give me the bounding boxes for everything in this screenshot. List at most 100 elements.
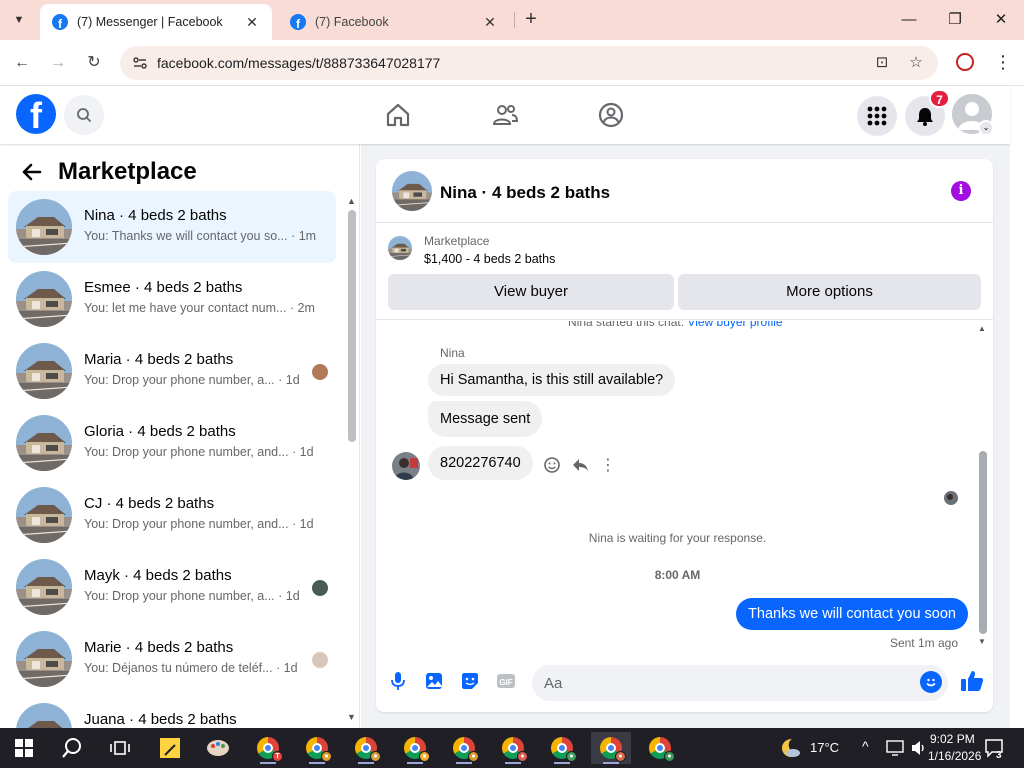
info-icon[interactable]: i bbox=[951, 181, 971, 201]
incoming-message[interactable]: 8202276740 bbox=[428, 446, 533, 480]
close-tab-icon[interactable]: ✕ bbox=[244, 14, 260, 31]
photo-icon[interactable] bbox=[422, 669, 446, 693]
search-button[interactable] bbox=[64, 95, 104, 135]
listing-thumbnail[interactable] bbox=[388, 236, 412, 260]
chrome-profile-6[interactable]: ● bbox=[493, 732, 533, 764]
conversation-title[interactable]: Nina · 4 beds 2 baths bbox=[440, 183, 610, 203]
chat-item-nina[interactable]: Nina · 4 beds 2 baths You: Thanks we wil… bbox=[8, 191, 336, 263]
site-settings-icon[interactable] bbox=[132, 55, 148, 71]
chat-item-marie[interactable]: Marie · 4 beds 2 baths You: Déjanos tu n… bbox=[8, 623, 336, 695]
menu-grid-button[interactable] bbox=[857, 96, 897, 136]
browser-menu-icon[interactable]: ⋮ bbox=[994, 50, 1012, 74]
task-view-button[interactable] bbox=[100, 732, 140, 764]
reload-icon[interactable]: ↻ bbox=[82, 51, 106, 75]
close-window-icon[interactable]: ✕ bbox=[986, 8, 1016, 32]
page-scrollbar[interactable] bbox=[1010, 86, 1024, 728]
reply-icon[interactable] bbox=[568, 453, 592, 477]
conversation-panel: Nina · 4 beds 2 baths i Marketplace $1,4… bbox=[376, 159, 993, 712]
chrome-profile-9[interactable]: ● bbox=[640, 732, 680, 764]
scroll-up-arrow[interactable]: ▲ bbox=[347, 196, 356, 206]
chrome-profile-active[interactable]: ● bbox=[591, 732, 631, 764]
more-actions-icon[interactable]: ⋮ bbox=[596, 453, 620, 477]
chat-item-esmee[interactable]: Esmee · 4 beds 2 baths You: let me have … bbox=[8, 263, 336, 335]
account-chevron-icon[interactable]: ⌄ bbox=[978, 120, 994, 136]
message-scrollbar[interactable] bbox=[979, 451, 987, 634]
react-smiley-icon[interactable] bbox=[540, 453, 564, 477]
tab-messenger[interactable]: f (7) Messenger | Facebook ✕ bbox=[40, 4, 272, 40]
emoji-icon[interactable] bbox=[920, 671, 942, 693]
chrome-profile-3[interactable]: ● bbox=[346, 732, 386, 764]
gif-icon[interactable]: GIF bbox=[494, 669, 518, 693]
chat-item-gloria[interactable]: Gloria · 4 beds 2 baths You: Drop your p… bbox=[8, 407, 336, 479]
scroll-up-arrow[interactable]: ▲ bbox=[978, 324, 986, 333]
paint-app[interactable] bbox=[198, 732, 238, 764]
scroll-down-arrow[interactable]: ▼ bbox=[347, 712, 356, 722]
back-icon[interactable]: ← bbox=[10, 51, 34, 75]
volume-icon[interactable] bbox=[910, 740, 928, 756]
seen-avatar bbox=[312, 364, 328, 380]
chrome-profile-7[interactable]: ● bbox=[542, 732, 582, 764]
new-tab-icon[interactable]: + bbox=[520, 8, 542, 30]
notification-badge: 7 bbox=[929, 89, 950, 108]
address-bar[interactable]: facebook.com/messages/t/888733647028177 … bbox=[120, 46, 938, 80]
conversation-header: Nina · 4 beds 2 baths i bbox=[376, 159, 993, 223]
weather-temp[interactable]: 17°C bbox=[810, 740, 839, 755]
listing-price[interactable]: $1,400 - 4 beds 2 baths bbox=[424, 252, 555, 266]
conversation-thumbnail[interactable] bbox=[392, 171, 432, 211]
chat-name: Maria · 4 beds 2 baths bbox=[84, 351, 234, 368]
clock-date[interactable]: 1/16/2026 bbox=[928, 749, 981, 763]
sender-avatar[interactable] bbox=[392, 452, 420, 480]
back-arrow-icon[interactable] bbox=[18, 158, 46, 186]
profile-icon[interactable] bbox=[956, 53, 974, 71]
network-icon[interactable] bbox=[886, 740, 904, 756]
restore-icon[interactable]: ❐ bbox=[940, 8, 970, 32]
sticker-icon[interactable] bbox=[458, 669, 482, 693]
clock-time[interactable]: 9:02 PM bbox=[930, 732, 975, 746]
chat-name: Mayk · 4 beds 2 baths bbox=[84, 567, 232, 584]
facebook-logo-icon[interactable]: f bbox=[16, 94, 56, 134]
chat-list-scrollbar[interactable] bbox=[348, 210, 356, 442]
chat-item-juana[interactable]: Juana · 4 beds 2 baths bbox=[8, 695, 336, 728]
outgoing-message[interactable]: Thanks we will contact you soon bbox=[736, 598, 968, 630]
weather-moon-icon[interactable] bbox=[778, 736, 802, 760]
chrome-profile-2[interactable]: ● bbox=[297, 732, 337, 764]
incoming-message[interactable]: Hi Samantha, is this still available? bbox=[428, 364, 676, 396]
tab-title: (7) Facebook bbox=[315, 15, 389, 29]
chrome-profile-4[interactable]: ● bbox=[395, 732, 435, 764]
chat-item-mayk[interactable]: Mayk · 4 beds 2 baths You: Drop your pho… bbox=[8, 551, 336, 623]
chrome-icon: ● bbox=[502, 737, 528, 762]
sticky-notes-app[interactable] bbox=[150, 732, 190, 764]
bookmark-star-icon[interactable]: ☆ bbox=[906, 53, 926, 73]
minimize-icon[interactable]: — bbox=[894, 8, 924, 32]
more-options-button[interactable]: More options bbox=[678, 274, 981, 310]
tab-search-chevron-icon[interactable]: ▼ bbox=[6, 8, 32, 32]
chat-name: CJ · 4 beds 2 baths bbox=[84, 495, 215, 512]
view-buyer-profile-link[interactable]: View buyer profile bbox=[687, 321, 782, 329]
chat-item-maria[interactable]: Maria · 4 beds 2 baths You: Drop your ph… bbox=[8, 335, 336, 407]
message-input[interactable] bbox=[532, 665, 948, 701]
home-icon[interactable] bbox=[384, 101, 412, 129]
friends-icon[interactable] bbox=[491, 101, 519, 129]
scroll-down-arrow[interactable]: ▼ bbox=[978, 637, 986, 646]
tab-facebook[interactable]: f (7) Facebook ✕ bbox=[278, 4, 510, 40]
tray-chevron-icon[interactable]: ^ bbox=[862, 738, 869, 754]
chat-item-cj[interactable]: CJ · 4 beds 2 baths You: Drop your phone… bbox=[8, 479, 336, 551]
view-buyer-button[interactable]: View buyer bbox=[388, 274, 674, 310]
microphone-icon[interactable] bbox=[386, 669, 410, 693]
chrome-profile-1[interactable]: T bbox=[248, 732, 288, 764]
chat-name: Juana · 4 beds 2 baths bbox=[84, 711, 237, 728]
incoming-message[interactable]: Message sent bbox=[428, 401, 543, 437]
close-tab-icon[interactable]: ✕ bbox=[482, 14, 498, 31]
start-button[interactable] bbox=[4, 732, 44, 764]
install-app-icon[interactable]: ⊡ bbox=[872, 53, 892, 73]
paint-palette-icon bbox=[207, 740, 229, 756]
listing-thumbnail bbox=[16, 703, 72, 728]
chat-preview: You: let me have your contact num... · 2… bbox=[84, 301, 315, 315]
groups-icon[interactable] bbox=[597, 101, 625, 129]
sender-name: Nina bbox=[440, 346, 465, 360]
chrome-profile-5[interactable]: ● bbox=[444, 732, 484, 764]
search-taskbar-button[interactable] bbox=[52, 732, 92, 764]
chrome-icon: ● bbox=[306, 737, 332, 762]
thumbs-up-icon[interactable] bbox=[960, 669, 984, 693]
forward-icon[interactable]: → bbox=[46, 51, 70, 75]
